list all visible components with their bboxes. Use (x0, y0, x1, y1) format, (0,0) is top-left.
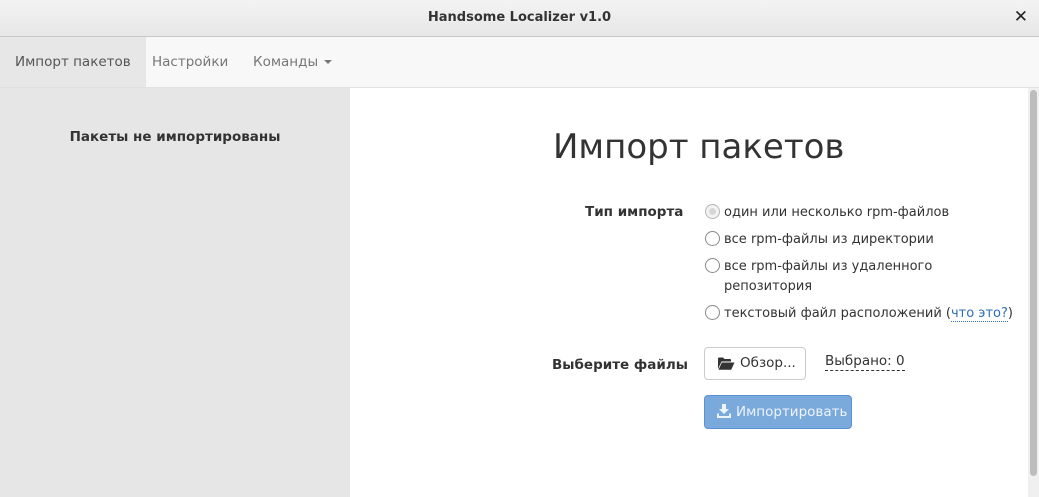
nav-tab-import-packages[interactable]: Импорт пакетов (0, 37, 146, 87)
browse-button[interactable]: Обзор... (704, 347, 806, 380)
caret-down-icon (324, 60, 333, 64)
window-titlebar: Handsome Localizer v1.0 ✕ (0, 0, 1039, 37)
radio-label: все rpm-файлы из удаленного (724, 259, 933, 274)
vertical-scrollbar[interactable] (1028, 88, 1039, 497)
navbar: Импорт пакетов Настройки Команды (0, 37, 1039, 88)
radio-label-continuation: репозитория (724, 279, 813, 294)
radio-label-text: текстовый файл расположений ( (724, 306, 951, 321)
radio-label: все rpm-файлы из директории (724, 232, 934, 247)
radio-button[interactable] (705, 258, 720, 273)
import-button[interactable]: Импортировать (704, 395, 852, 429)
sidebar-empty-message: Пакеты не импортированы (69, 129, 281, 145)
radio-button[interactable] (705, 305, 720, 320)
nav-tab-label: Команды (253, 54, 319, 70)
select-files-label: Выберите файлы (552, 357, 688, 373)
nav-tab-label: Настройки (152, 54, 229, 70)
radio-label-suffix: ) (1007, 306, 1013, 321)
radio-label: один или несколько rpm-файлов (724, 205, 950, 220)
nav-tab-label: Импорт пакетов (15, 54, 131, 70)
download-icon (717, 404, 731, 422)
sidebar: Пакеты не импортированы (0, 88, 350, 497)
nav-dropdown-commands[interactable]: Команды (238, 37, 347, 87)
radio-button[interactable] (705, 231, 720, 246)
folder-open-icon (717, 356, 735, 375)
browse-button-label: Обзор... (740, 355, 796, 371)
import-type-label: Тип импорта (585, 204, 684, 220)
nav-tab-settings[interactable]: Настройки (137, 37, 243, 87)
window-title: Handsome Localizer v1.0 (427, 10, 612, 25)
radio-button[interactable] (705, 204, 720, 219)
scrollbar-thumb[interactable] (1030, 90, 1037, 476)
selected-files-count[interactable]: Выбрано: 0 (825, 353, 905, 371)
what-is-this-link[interactable]: что это? (950, 306, 1008, 322)
import-button-label: Импортировать (736, 404, 848, 420)
close-icon[interactable]: ✕ (1014, 7, 1028, 27)
radio-label: текстовый файл расположений (что это?) (724, 304, 1013, 324)
page-title: Импорт пакетов (553, 127, 845, 167)
